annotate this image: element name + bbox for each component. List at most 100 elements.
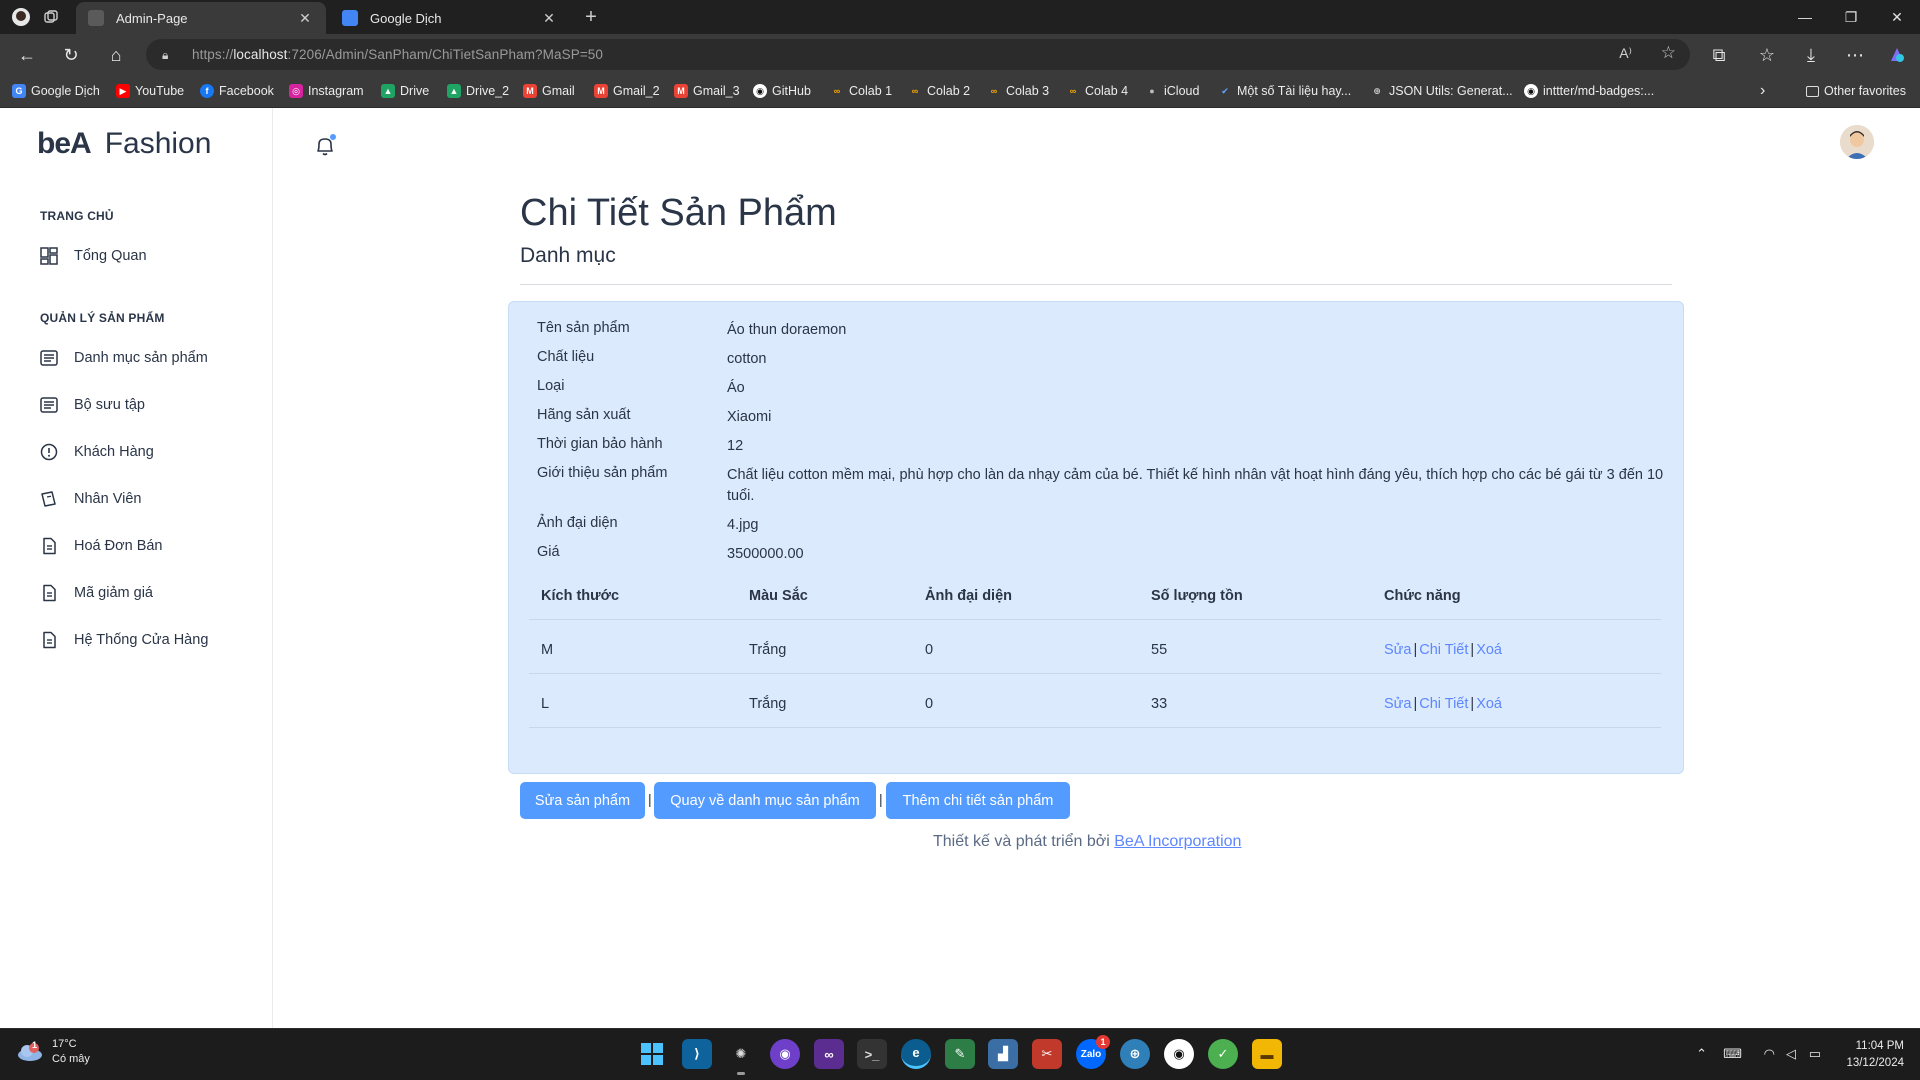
back-to-catalog-button[interactable]: Quay về danh mục sản phẩm [654, 782, 876, 819]
delete-variant-link[interactable]: Xoá [1476, 642, 1502, 658]
column-header-size: Kích thước [541, 588, 620, 604]
sidebar-item-sales-invoices[interactable]: Hoá Đơn Bán [40, 534, 163, 558]
bookmark-colab-2[interactable]: ∞ Colab 2 [908, 82, 970, 100]
minimize-icon[interactable]: — [1782, 0, 1828, 34]
bookmark-colab-1[interactable]: ∞ Colab 1 [830, 82, 892, 100]
drive-icon: ▲ [381, 84, 395, 98]
refresh-icon[interactable]: ↻ [58, 42, 84, 68]
keyboard-icon[interactable]: ⌨ [1723, 1046, 1742, 1062]
bookmarks-overflow-chevron-icon[interactable]: › [1760, 82, 1765, 100]
variant-detail-link[interactable]: Chi Tiết [1419, 642, 1468, 658]
address-bar[interactable]: 🔒︎ https://localhost:7206/Admin/SanPham/… [146, 39, 1690, 70]
terminal-icon[interactable]: >_ [857, 1039, 887, 1069]
bookmark-gmail-2[interactable]: M Gmail_2 [594, 82, 660, 100]
tab-google-translate[interactable]: Google Dịch ✕ [330, 2, 570, 34]
restore-icon[interactable]: ❐ [1828, 0, 1874, 34]
page-title: Chi Tiết Sản Phẩm [520, 192, 837, 234]
variant-detail-link[interactable]: Chi Tiết [1419, 696, 1468, 712]
vscode-icon[interactable]: ⟩ [682, 1039, 712, 1069]
lock-icon[interactable]: 🔒︎ [162, 48, 178, 62]
drive-icon: ▲ [447, 84, 461, 98]
delete-variant-link[interactable]: Xoá [1476, 696, 1502, 712]
bookmark-colab-3[interactable]: ∞ Colab 3 [987, 82, 1049, 100]
web-page: beA Fashion TRANG CHỦ Tổng Quan QUẢN LÝ … [0, 108, 1920, 1028]
file-explorer-icon[interactable]: ▬ [1252, 1039, 1282, 1069]
workspaces-icon[interactable] [40, 6, 62, 28]
github-desktop-icon[interactable]: ◉ [770, 1039, 800, 1069]
edge-icon[interactable]: e [901, 1039, 931, 1069]
extensions-icon[interactable]: ⧉ [1706, 42, 1732, 68]
bookmark-drive-2[interactable]: ▲ Drive_2 [447, 82, 509, 100]
sidebar-item-collections[interactable]: Bộ sưu tập [40, 393, 145, 417]
favorite-star-icon[interactable]: ☆ [1661, 43, 1676, 63]
copilot-icon[interactable] [1884, 42, 1910, 68]
close-tab-icon[interactable]: ✕ [296, 10, 314, 27]
bookmark-colab-4[interactable]: ∞ Colab 4 [1066, 82, 1128, 100]
sidebar-item-product-catalog[interactable]: Danh mục sản phẩm [40, 346, 208, 370]
monitor-icon[interactable]: ▟ [988, 1039, 1018, 1069]
bookmark-google-translate[interactable]: G Google Dịch [12, 82, 100, 100]
page-footer: Thiết kế và phát triển bởi BeA Incorpora… [933, 833, 1242, 850]
bookmark-md-badges[interactable]: ◉ inttter/md-badges:... [1524, 82, 1654, 100]
bookmark-github[interactable]: ◉ GitHub [753, 82, 811, 100]
sidebar-item-discount-codes[interactable]: Mã giảm giá [40, 581, 153, 605]
bookmark-gmail-3[interactable]: M Gmail_3 [674, 82, 740, 100]
close-tab-icon[interactable]: ✕ [540, 10, 558, 27]
paint-icon[interactable]: ✎ [945, 1039, 975, 1069]
new-tab-icon[interactable]: + [580, 6, 602, 28]
brand-logo[interactable]: beA Fashion [37, 126, 211, 162]
bookmark-json-utils[interactable]: ⊕ JSON Utils: Generat... [1370, 82, 1512, 100]
github-icon[interactable]: ◉ [1164, 1039, 1194, 1069]
home-icon[interactable]: ⌂ [103, 42, 129, 68]
profile-avatar-icon[interactable] [10, 6, 32, 28]
app-green-icon[interactable]: ✓ [1208, 1039, 1238, 1069]
weather-widget[interactable]: 1 17°C Có mây [16, 1037, 90, 1067]
wifi-icon[interactable]: ◠ [1764, 1046, 1775, 1062]
edit-product-button[interactable]: Sửa sản phẩm [520, 782, 645, 819]
column-header-image: Ảnh đại diện [925, 588, 1012, 604]
facebook-icon: f [200, 84, 214, 98]
visual-studio-icon[interactable]: ∞ [814, 1039, 844, 1069]
bookmark-instagram[interactable]: ◎ Instagram [289, 82, 364, 100]
tray-overflow-chevron-icon[interactable]: ⌃ [1696, 1046, 1707, 1062]
battery-icon[interactable]: ▭ [1809, 1046, 1821, 1062]
edit-variant-link[interactable]: Sửa [1384, 642, 1411, 658]
snip-icon[interactable]: ✂ [1032, 1039, 1062, 1069]
company-link[interactable]: BeA Incorporation [1114, 833, 1241, 850]
sidebar-item-customers[interactable]: Khách Hàng [40, 440, 154, 464]
column-header-stock: Số lượng tồn [1151, 588, 1243, 604]
close-window-icon[interactable]: ✕ [1874, 0, 1920, 34]
bookmark-tai-lieu[interactable]: ✔ Một số Tài liệu hay... [1218, 82, 1351, 100]
system-clock[interactable]: 11:04 PM 13/12/2024 [1846, 1038, 1904, 1072]
bookmark-gmail[interactable]: M Gmail [523, 82, 575, 100]
more-menu-icon[interactable]: ⋯ [1842, 42, 1868, 68]
downloads-icon[interactable]: ⤓ [1798, 42, 1824, 68]
page-favicon-icon [88, 10, 104, 26]
bookmark-drive[interactable]: ▲ Drive [381, 82, 429, 100]
bookmark-icloud[interactable]: ● iCloud [1145, 82, 1199, 100]
bookmark-youtube[interactable]: ▶ YouTube [116, 82, 184, 100]
dashboard-icon [40, 247, 58, 265]
add-product-detail-button[interactable]: Thêm chi tiết sản phẩm [886, 782, 1070, 819]
globe-icon[interactable]: ⊕ [1120, 1039, 1150, 1069]
sidebar-item-store-system[interactable]: Hệ Thống Cửa Hàng [40, 628, 208, 652]
favorites-icon[interactable]: ☆ [1754, 42, 1780, 68]
windows-start-icon[interactable] [637, 1039, 667, 1069]
weather-temp: 17°C [52, 1038, 77, 1050]
logo-text: Fashion [104, 127, 212, 160]
other-favorites[interactable]: Other favorites [1806, 82, 1906, 100]
github-icon: ◉ [1524, 84, 1538, 98]
sidebar-item-overview[interactable]: Tổng Quan [40, 244, 147, 268]
user-avatar[interactable] [1840, 125, 1874, 159]
zalo-icon[interactable]: Zalo 1 [1076, 1035, 1110, 1069]
back-icon[interactable]: ← [14, 42, 40, 68]
read-aloud-icon[interactable]: A⁾ [1619, 45, 1632, 62]
tab-admin-page[interactable]: Admin-Page ✕ [76, 2, 326, 34]
sidebar-item-employees[interactable]: Nhân Viên [40, 487, 141, 511]
volume-icon[interactable]: ◁ [1786, 1046, 1796, 1062]
edit-variant-link[interactable]: Sửa [1384, 696, 1411, 712]
divider [520, 284, 1672, 285]
bookmark-facebook[interactable]: f Facebook [200, 82, 274, 100]
notification-bell-icon[interactable] [314, 134, 336, 158]
chatgpt-icon[interactable]: ✺ [726, 1039, 756, 1075]
